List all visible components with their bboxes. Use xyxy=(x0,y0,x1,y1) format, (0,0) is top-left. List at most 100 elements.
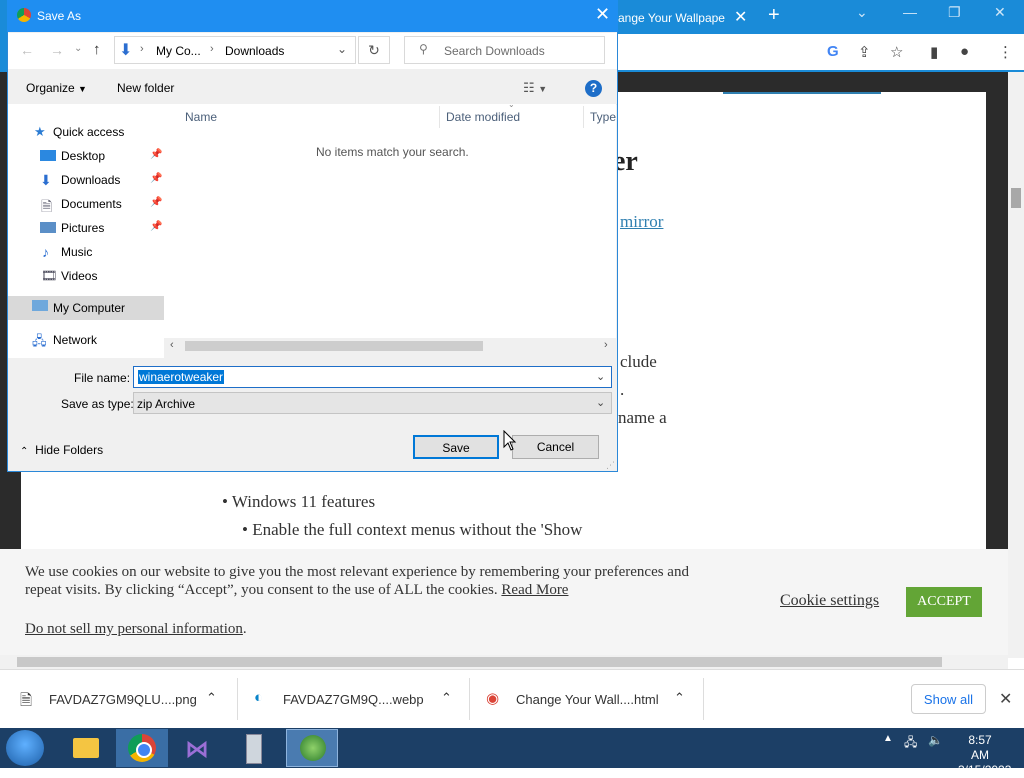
save-button[interactable]: Save xyxy=(413,435,499,459)
dialog-title-bar[interactable]: Save As ✕ xyxy=(7,0,618,32)
cookie-settings-link[interactable]: Cookie settings xyxy=(780,592,879,610)
nav-pictures[interactable]: Pictures 📌 xyxy=(8,217,164,239)
nav-my-computer[interactable]: My Computer xyxy=(8,296,164,320)
new-tab-icon[interactable]: + xyxy=(768,4,780,27)
mouse-cursor-icon xyxy=(503,430,517,451)
search-box[interactable]: ⚲ Search Downloads xyxy=(404,36,605,64)
network-icon: 🖧 xyxy=(32,333,47,348)
network-icon[interactable]: 🖧 xyxy=(904,733,917,754)
breadcrumb-item[interactable]: My Co... xyxy=(156,44,201,58)
close-window-icon[interactable]: ✕ xyxy=(994,4,1006,21)
dialog-title: Save As xyxy=(37,9,82,23)
chevron-up-icon[interactable]: ⌃ xyxy=(674,690,685,706)
hide-folders-button[interactable]: ⌃ Hide Folders xyxy=(20,443,103,457)
taskbar-visual-studio-icon[interactable]: ⋈ xyxy=(172,729,224,767)
show-all-button[interactable]: Show all xyxy=(911,684,986,714)
scroll-left-icon[interactable]: ‹ xyxy=(170,339,174,351)
file-name-input[interactable]: winaerotweaker ⌄ xyxy=(133,366,612,388)
page-text: name a xyxy=(618,408,667,427)
read-more-link[interactable]: Read More xyxy=(501,582,568,598)
column-header-name[interactable]: Name xyxy=(185,110,217,124)
column-header-date-modified[interactable]: Date modified xyxy=(446,110,520,124)
clock[interactable]: 8:57 AM 3/15/2023 xyxy=(958,733,1011,778)
nav-videos[interactable]: 🎞 Videos xyxy=(8,265,164,287)
nav-music[interactable]: ♪ Music xyxy=(8,241,164,263)
breadcrumb-item[interactable]: Downloads xyxy=(225,44,284,58)
new-folder-button[interactable]: New folder xyxy=(117,81,174,95)
restore-icon[interactable]: ❐ xyxy=(948,4,961,21)
chevron-up-icon: ⌃ xyxy=(20,446,29,457)
do-not-sell-link[interactable]: Do not sell my personal information xyxy=(25,621,243,637)
chevron-up-icon[interactable]: ⌃ xyxy=(206,690,217,706)
tab-search-icon[interactable]: ⌄ xyxy=(856,4,868,21)
address-bar[interactable]: ⬇ › My Co... › Downloads ⌄ xyxy=(114,36,356,64)
pin-icon: 📌 xyxy=(150,173,163,184)
nav-documents[interactable]: 🗎 Documents 📌 xyxy=(8,193,164,215)
star-icon: ★ xyxy=(34,124,46,139)
list-item: • Windows 11 features xyxy=(222,492,376,511)
divider xyxy=(237,678,238,720)
browser-tab[interactable]: ange Your Wallpape ✕ xyxy=(612,4,770,32)
download-item[interactable]: 🗎 FAVDAZ7GM9QLU....png ⌃ xyxy=(20,680,235,720)
tray-expand-icon[interactable]: ▲ xyxy=(883,733,893,744)
nav-desktop[interactable]: Desktop 📌 xyxy=(8,145,164,167)
resize-grip-icon[interactable]: ⋰ xyxy=(606,460,615,471)
pictures-icon xyxy=(40,222,56,233)
page-horizontal-scrollbar[interactable] xyxy=(0,655,1008,669)
download-item[interactable]: ◐ FAVDAZ7GM9Q....webp ⌃ xyxy=(254,680,464,720)
save-as-type-select[interactable]: zip Archive ⌄ xyxy=(133,392,612,414)
cancel-button[interactable]: Cancel xyxy=(512,435,599,459)
nav-network[interactable]: 🖧 Network xyxy=(8,329,164,351)
file-list-horizontal-scrollbar[interactable]: ‹ › xyxy=(164,338,616,354)
close-downloads-icon[interactable]: ✕ xyxy=(999,689,1012,709)
empty-message: No items match your search. xyxy=(316,145,469,159)
scroll-right-icon[interactable]: › xyxy=(604,339,608,351)
organize-button[interactable]: Organize ▼ xyxy=(26,81,87,95)
minimize-icon[interactable]: — xyxy=(903,4,917,20)
recent-chevron-icon[interactable]: ⌄ xyxy=(74,43,82,54)
document-icon: 🗎 xyxy=(41,198,53,214)
scrollbar-thumb[interactable] xyxy=(1011,188,1021,208)
file-name-label: File name: xyxy=(74,371,131,385)
divider xyxy=(703,678,704,720)
volume-icon[interactable]: 🔈 xyxy=(928,733,943,747)
column-divider[interactable] xyxy=(583,106,584,128)
share-icon[interactable]: ⇪ xyxy=(858,43,871,61)
nav-quick-access[interactable]: ★ Quick access xyxy=(8,121,164,143)
taskbar-chrome-icon[interactable] xyxy=(116,729,168,767)
mirror-link[interactable]: mirror xyxy=(620,212,663,232)
page-scrollbar[interactable] xyxy=(1008,72,1024,658)
scrollbar-thumb[interactable] xyxy=(185,341,483,351)
forward-arrow-icon[interactable]: → xyxy=(50,42,64,58)
help-icon[interactable]: ? xyxy=(585,80,602,97)
file-icon: 🗎 xyxy=(20,692,33,709)
tab-close-icon[interactable]: ✕ xyxy=(734,7,747,27)
taskbar-explorer-icon[interactable] xyxy=(60,729,112,767)
profile-icon[interactable]: ● xyxy=(960,43,969,60)
column-divider[interactable] xyxy=(439,106,440,128)
bookmark-star-icon[interactable]: ☆ xyxy=(890,43,903,61)
taskbar-installer-icon[interactable] xyxy=(286,729,338,767)
file-list xyxy=(164,104,616,340)
side-panel-icon[interactable]: ▮ xyxy=(930,43,938,61)
nav-downloads[interactable]: ⬇ Downloads 📌 xyxy=(8,169,164,191)
sort-chevron-icon: ⌄ xyxy=(508,100,515,109)
dialog-close-icon[interactable]: ✕ xyxy=(595,4,610,25)
divider xyxy=(469,678,470,720)
up-arrow-icon[interactable]: ↑ xyxy=(93,41,101,58)
taskbar-server-icon[interactable] xyxy=(228,729,280,767)
desktop-icon xyxy=(40,150,56,161)
chevron-up-icon[interactable]: ⌃ xyxy=(441,690,452,706)
menu-icon[interactable]: ⋮ xyxy=(998,43,1013,61)
column-header-type[interactable]: Type xyxy=(590,110,616,124)
refresh-icon[interactable]: ↻ xyxy=(358,36,390,64)
address-dropdown-icon[interactable]: ⌄ xyxy=(337,42,347,56)
dropdown-chevron-icon[interactable]: ⌄ xyxy=(596,370,605,383)
accept-button[interactable]: ACCEPT xyxy=(906,587,982,617)
download-item[interactable]: ◉ Change Your Wall....html ⌃ xyxy=(486,680,696,720)
back-arrow-icon[interactable]: ← xyxy=(20,42,34,58)
google-lens-icon[interactable]: G xyxy=(827,43,839,60)
scrollbar-thumb[interactable] xyxy=(17,657,942,667)
view-options-icon[interactable]: ☷ ▼ xyxy=(523,80,547,96)
start-button[interactable] xyxy=(6,730,44,766)
